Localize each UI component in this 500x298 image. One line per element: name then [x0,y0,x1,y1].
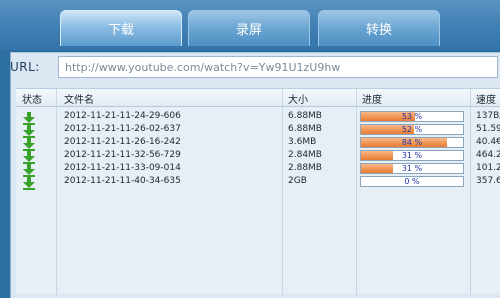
progress-bar: 53 % [360,111,464,122]
progress-label: 31 % [401,151,423,160]
download-arrow-icon [22,162,36,177]
download-arrow-icon [22,136,36,151]
download-table: 状态 文件名 大小 进度 速度 2012-11-21-11-24-29-606 6… [16,88,500,295]
progress-bar: 31 % [360,150,464,161]
tab-record-label: 录屏 [235,23,262,38]
progress-bar: 0 % [360,176,464,187]
size-cell: 2.84MB [288,150,322,160]
tab-download[interactable]: 下载 [60,10,182,46]
tab-download-label: 下载 [107,23,134,38]
table-row[interactable]: 2012-11-21-11-33-09-014 2.88MB 31 % 101.2 [16,162,500,177]
filename-cell: 2012-11-21-11-26-02-637 [64,124,181,134]
speed-cell: 464.2 [476,150,500,160]
header-size[interactable]: 大小 [288,91,308,106]
header-progress[interactable]: 进度 [362,91,382,106]
speed-cell: 357.6 [476,176,500,186]
table-row[interactable]: 2012-11-21-11-26-02-637 6.88MB 52 % 51.59 [16,123,500,138]
download-arrow-icon [22,175,36,190]
progress-label: 84 % [401,138,423,147]
size-cell: 2GB [288,176,307,186]
filename-cell: 2012-11-21-11-26-16-242 [64,137,181,147]
progress-bar: 52 % [360,124,464,135]
tab-convert[interactable]: 转换 [318,10,440,46]
filename-cell: 2012-11-21-11-32-56-729 [64,150,181,160]
table-row[interactable]: 2012-11-21-11-26-16-242 3.6MB 84 % 40.4€ [16,136,500,151]
url-input[interactable]: http://www.youtube.com/watch?v=Yw91U1zU9… [58,56,498,78]
tab-convert-label: 转换 [365,23,392,38]
download-arrow-icon [22,110,36,125]
progress-label: 31 % [401,164,423,173]
progress-label: 53 % [401,112,423,121]
table-row[interactable]: 2012-11-21-11-24-29-606 6.88MB 53 % 137B/ [16,110,500,125]
progress-label: 52 % [401,125,423,134]
speed-cell: 51.59 [476,124,500,134]
download-arrow-icon [22,149,36,164]
header-filename[interactable]: 文件名 [64,91,94,106]
size-cell: 6.88MB [288,111,322,121]
table-row[interactable]: 2012-11-21-11-40-34-635 2GB 0 % 357.6 [16,175,500,190]
progress-label: 0 % [404,177,420,186]
url-label: URL: [10,60,40,74]
size-cell: 6.88MB [288,124,322,134]
filename-cell: 2012-11-21-11-24-29-606 [64,111,181,121]
size-cell: 2.88MB [288,163,322,173]
filename-cell: 2012-11-21-11-33-09-014 [64,163,181,173]
table-row[interactable]: 2012-11-21-11-32-56-729 2.84MB 31 % 464.2 [16,149,500,164]
progress-bar: 84 % [360,137,464,148]
download-arrow-icon [22,123,36,138]
header-status[interactable]: 状态 [22,91,42,106]
header-speed[interactable]: 速度 [476,91,496,106]
speed-cell: 101.2 [476,163,500,173]
size-cell: 3.6MB [288,137,317,147]
filename-cell: 2012-11-21-11-40-34-635 [64,176,181,186]
speed-cell: 137B/ [476,111,500,121]
progress-bar: 31 % [360,163,464,174]
speed-cell: 40.4€ [476,137,500,147]
tab-record[interactable]: 录屏 [188,10,310,46]
table-header: 状态 文件名 大小 进度 速度 [16,89,500,107]
